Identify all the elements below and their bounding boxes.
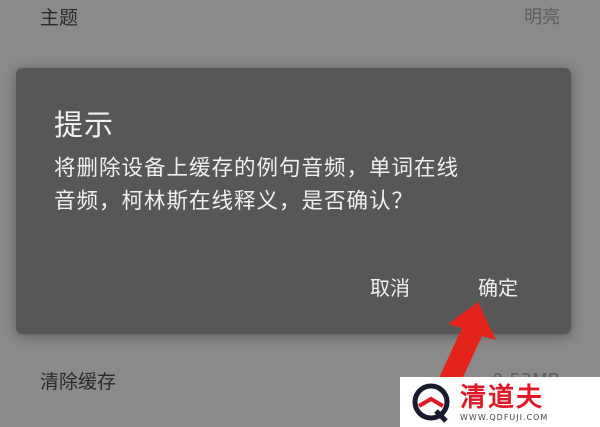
dialog-title: 提示 [54, 108, 115, 142]
theme-value: 明亮 [524, 7, 560, 28]
cancel-button[interactable]: 取消 [366, 270, 414, 303]
theme-label: 主题 [40, 6, 79, 29]
watermark-logo-icon [412, 383, 450, 423]
watermark-brand: 清道夫 [460, 382, 545, 413]
dialog-message-line-2: 音频，柯林斯在线释义，是否确认？ [54, 189, 415, 214]
dialog-message-line-1: 将删除设备上缓存的例句音频，单词在线 [54, 156, 460, 181]
watermark-url: WWW.QDFUJI.COM [460, 412, 549, 422]
settings-row-theme[interactable]: 主题 明亮 [0, 0, 600, 32]
dialog-message: 将删除设备上缓存的例句音频，单词在线 音频，柯林斯在线释义，是否确认？ [54, 152, 544, 218]
clear-cache-label: 清除缓存 [40, 370, 117, 393]
watermark-text: 清道夫 WWW.QDFUJI.COM [460, 383, 548, 422]
watermark: 清道夫 WWW.QDFUJI.COM [400, 377, 600, 427]
